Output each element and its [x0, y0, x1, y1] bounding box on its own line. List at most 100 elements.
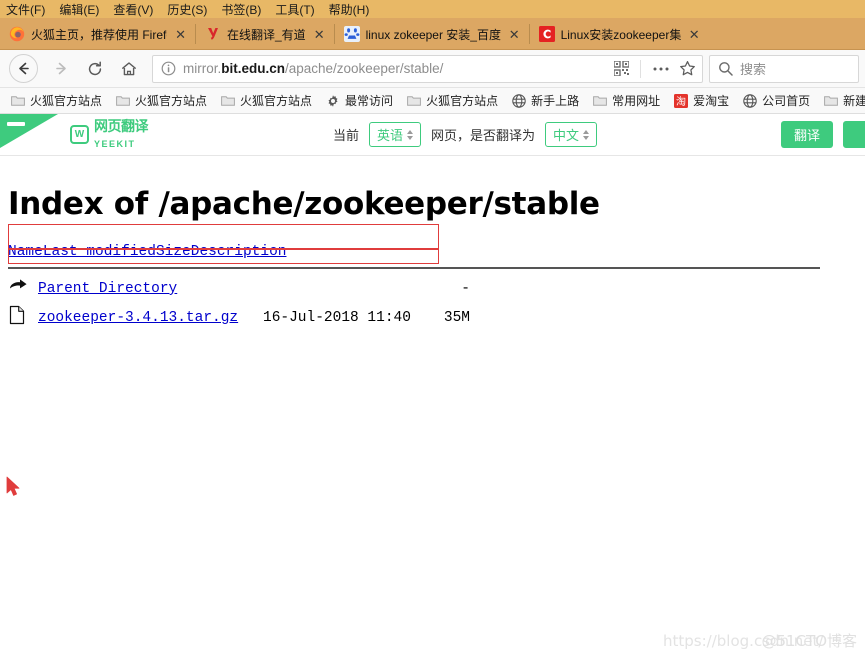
- forward-arrow-icon: [55, 62, 66, 75]
- table-row[interactable]: Parent Directory -: [8, 275, 470, 303]
- table-header-row: Name Last modified Size Description: [8, 244, 286, 264]
- youdao-icon: [208, 28, 218, 40]
- baidu-icon: [343, 26, 360, 42]
- url-prefix: mirror.: [183, 61, 222, 76]
- tab-close-icon[interactable]: ✕: [312, 28, 327, 41]
- star-icon[interactable]: [679, 60, 696, 77]
- menu-item-help[interactable]: 帮助(H): [329, 1, 370, 18]
- reload-icon: [88, 60, 102, 75]
- bookmark-label: 新手上路: [531, 94, 580, 108]
- browser-window: 文件(F) 编辑(E) 查看(V) 历史(S) 书签(B) 工具(T) 帮助(H…: [0, 0, 865, 659]
- folder-icon: [221, 95, 235, 106]
- address-bar[interactable]: mirror.bit.edu.cn/apache/zookeeper/stabl…: [152, 54, 703, 83]
- bookmark-label: 新建文: [843, 94, 865, 108]
- row-name-cell[interactable]: Parent Directory: [38, 275, 263, 303]
- folder-icon: [116, 95, 130, 106]
- tab-title: linux zokeeper 安装_百度搜索: [365, 27, 501, 42]
- bookmark-item-1[interactable]: 火狐官方站点: [109, 92, 214, 109]
- ellipsis-icon[interactable]: [652, 66, 670, 72]
- archive-file-icon: [9, 305, 25, 325]
- translate-secondary-button[interactable]: [843, 121, 865, 148]
- bookmark-label: 常用网址: [612, 94, 661, 108]
- page-content: Index of /apache/zookeeper/stable Name L…: [0, 186, 865, 659]
- translate-button[interactable]: 翻译: [780, 121, 833, 148]
- bookmark-item-most-visited[interactable]: 最常访问: [319, 92, 400, 109]
- sort-modified-link[interactable]: Last modified: [43, 244, 156, 260]
- header-last-modified[interactable]: Last modified: [43, 244, 156, 264]
- sort-name-link[interactable]: Name: [8, 244, 43, 260]
- url-text[interactable]: mirror.bit.edu.cn/apache/zookeeper/stabl…: [183, 61, 614, 76]
- translate-question-label: 网页，是否翻译为: [431, 128, 536, 143]
- spinner-icon[interactable]: [407, 129, 414, 140]
- bookmark-label: 最常访问: [345, 94, 394, 108]
- tab-title: 火狐主页，推荐使用 Firefox ›: [31, 27, 167, 42]
- globe-icon: [743, 93, 757, 108]
- menu-item-edit[interactable]: 编辑(E): [59, 1, 99, 18]
- header-name[interactable]: Name: [8, 244, 43, 264]
- globe-icon: [512, 93, 526, 108]
- bookmark-item-4[interactable]: 火狐官方站点: [400, 92, 505, 109]
- toolbar-divider: [640, 59, 641, 78]
- gear-icon: [328, 94, 338, 107]
- bookmark-item-company-home[interactable]: 公司首页: [736, 92, 817, 109]
- tab-youdao-translate[interactable]: 在线翻译_有道 ✕: [196, 18, 335, 50]
- bookmark-item-0[interactable]: 火狐官方站点: [4, 92, 109, 109]
- taobao-icon: 淘: [674, 93, 689, 108]
- parent-directory-link[interactable]: Parent Directory: [38, 281, 177, 297]
- bookmark-item-newbie[interactable]: 新手上路: [505, 92, 586, 109]
- tab-close-icon[interactable]: ✕: [173, 28, 188, 41]
- row-icon-cell: [8, 275, 38, 303]
- bookmark-item-new-folder[interactable]: 新建文: [817, 92, 865, 109]
- tab-close-icon[interactable]: ✕: [687, 28, 702, 41]
- search-bar[interactable]: 搜索: [709, 54, 859, 83]
- bookmark-label: 公司首页: [762, 94, 811, 108]
- watermark-author: @51CTO博客: [761, 632, 857, 650]
- folder-icon: [407, 95, 421, 106]
- yeekit-brand-cn: 网页翻译: [94, 117, 149, 134]
- parent-directory-icon: [10, 279, 27, 289]
- url-path: /apache/zookeeper/stable/: [285, 61, 444, 76]
- spinner-icon[interactable]: [583, 129, 590, 140]
- page-title: Index of /apache/zookeeper/stable: [8, 186, 600, 222]
- zookeeper-archive-link[interactable]: zookeeper-3.4.13.tar.gz: [38, 310, 238, 326]
- tab-title: Linux安装zookeeper集群(Cer: [560, 27, 681, 42]
- menu-item-tools[interactable]: 工具(T): [275, 1, 314, 18]
- header-description[interactable]: Description: [191, 244, 287, 264]
- firefox-icon: [9, 26, 25, 42]
- target-language-value: 中文: [553, 128, 580, 143]
- bookmark-item-2[interactable]: 火狐官方站点: [214, 92, 319, 109]
- target-language-select[interactable]: 中文: [545, 122, 598, 147]
- row-name-cell[interactable]: zookeeper-3.4.13.tar.gz: [38, 303, 263, 332]
- sort-size-link[interactable]: Size: [156, 244, 191, 260]
- row-size-cell: 35M: [443, 309, 470, 326]
- mouse-cursor-icon: [6, 476, 20, 496]
- header-size[interactable]: Size: [156, 244, 191, 264]
- yeekit-logo: W 网页翻译 YEEKIT: [70, 117, 149, 151]
- tab-close-icon[interactable]: ✕: [507, 28, 522, 41]
- forward-button[interactable]: [44, 52, 78, 86]
- bookmark-label: 爱淘宝: [693, 94, 730, 108]
- menu-item-file[interactable]: 文件(F): [6, 1, 45, 18]
- translate-toolbar: W 网页翻译 YEEKIT 当前 英语 网页，是否翻译为 中文 翻译: [0, 114, 865, 156]
- url-host: bit.edu.cn: [221, 61, 285, 76]
- menu-item-bookmarks[interactable]: 书签(B): [221, 1, 261, 18]
- info-icon[interactable]: [161, 61, 176, 76]
- table-row[interactable]: zookeeper-3.4.13.tar.gz 16-Jul-2018 11:4…: [8, 303, 470, 332]
- qr-code-icon[interactable]: [614, 61, 629, 76]
- tab-baidu-search[interactable]: linux zokeeper 安装_百度搜索 ✕: [335, 18, 530, 50]
- menu-item-view[interactable]: 查看(V): [113, 1, 153, 18]
- reload-button[interactable]: [78, 52, 112, 86]
- search-input[interactable]: 搜索: [740, 59, 766, 78]
- menu-item-history[interactable]: 历史(S): [167, 1, 207, 18]
- directory-rows-table: Parent Directory - zookeeper-3.4.13.tar.…: [8, 275, 470, 332]
- folder-icon: [593, 95, 607, 106]
- back-button[interactable]: [9, 54, 38, 83]
- home-button[interactable]: [112, 52, 146, 86]
- tab-csdn-zookeeper[interactable]: Linux安装zookeeper集群(Cer ✕: [529, 18, 710, 50]
- source-language-select[interactable]: 英语: [369, 122, 422, 147]
- bookmark-item-common-sites[interactable]: 常用网址: [586, 92, 667, 109]
- bookmark-item-taobao[interactable]: 淘 爱淘宝: [667, 92, 736, 109]
- sort-description-link[interactable]: Description: [191, 244, 287, 260]
- tab-firefox-home[interactable]: 火狐主页，推荐使用 Firefox › ✕: [0, 18, 196, 50]
- tab-strip: 火狐主页，推荐使用 Firefox › ✕ 在线翻译_有道 ✕ linux zo…: [0, 18, 865, 50]
